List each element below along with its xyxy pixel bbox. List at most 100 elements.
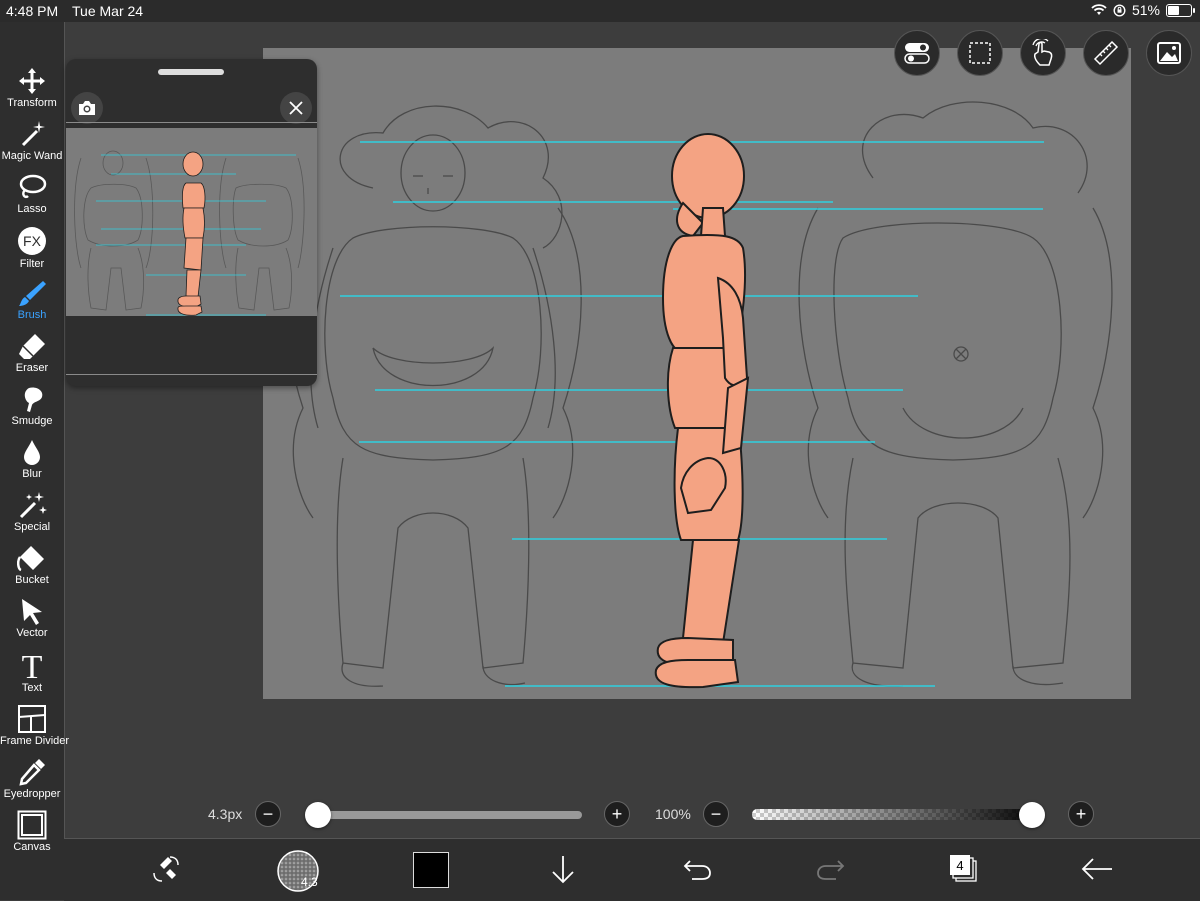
bucket-icon	[17, 546, 44, 572]
svg-text:4.3: 4.3	[301, 875, 318, 889]
opacity-increase-button[interactable]: +	[1068, 801, 1094, 827]
gesture-button[interactable]	[1020, 30, 1066, 76]
brush-size-slider-knob[interactable]	[305, 802, 331, 828]
status-date: Tue Mar 24	[72, 3, 144, 19]
brush-preview-icon: 4.3	[277, 850, 319, 892]
tool-transform[interactable]: Transform	[0, 66, 64, 116]
brush-size-value: 4.3px	[208, 806, 243, 822]
back-button[interactable]	[1080, 853, 1114, 890]
tool-brush[interactable]: Brush	[0, 278, 64, 328]
tool-filter[interactable]: FX Filter	[0, 225, 64, 275]
quick-access-button[interactable]	[150, 853, 182, 890]
touch-hand-icon	[1032, 39, 1053, 66]
brush-size-slider[interactable]	[318, 811, 582, 819]
wifi-icon	[1091, 4, 1107, 15]
divider	[66, 122, 317, 123]
opacity-decrease-button[interactable]: −	[703, 801, 729, 827]
svg-text:4: 4	[956, 858, 963, 873]
eyedropper-icon	[19, 759, 45, 786]
rotation-lock-icon	[1113, 3, 1126, 17]
tool-bucket[interactable]: Bucket	[0, 543, 64, 593]
svg-text:FX: FX	[23, 233, 42, 249]
tool-canvas[interactable]: Canvas	[0, 810, 64, 860]
layers-icon: 4	[950, 855, 977, 882]
brush-eraser-swap-icon	[153, 856, 179, 882]
special-brush-icon	[19, 492, 47, 519]
selection-button[interactable]	[957, 30, 1003, 76]
camera-button[interactable]	[71, 92, 103, 124]
water-drop-icon	[24, 440, 40, 465]
color-swatch-button[interactable]	[413, 852, 449, 888]
eraser-icon	[19, 334, 45, 359]
tool-label: Magic Wand	[1, 150, 63, 162]
tool-label: Special	[13, 521, 51, 533]
svg-text:T: T	[22, 649, 43, 681]
tool-text[interactable]: T Text	[0, 649, 64, 699]
redo-icon	[817, 860, 845, 880]
drag-handle[interactable]	[158, 69, 224, 75]
cursor-arrow-icon	[22, 599, 42, 625]
toggle-settings-button[interactable]	[894, 30, 940, 76]
tool-lasso[interactable]: Lasso	[0, 172, 64, 222]
tool-label: Vector	[16, 627, 48, 639]
reference-thumbnail[interactable]	[66, 128, 317, 316]
tool-label: Canvas	[13, 841, 51, 853]
frame-divider-icon	[18, 705, 46, 733]
tool-blur[interactable]: Blur	[0, 437, 64, 487]
magic-wand-icon	[21, 121, 45, 147]
tool-label: Smudge	[11, 415, 53, 427]
tool-eyedropper[interactable]: Eyedropper	[0, 757, 64, 807]
bottom-toolbar: 4.3 4	[64, 838, 1200, 901]
undo-icon	[683, 860, 711, 880]
tool-label: Eyedropper	[3, 788, 61, 800]
canvas-icon	[17, 810, 47, 840]
smudge-icon	[24, 387, 43, 412]
thumbnail-artwork	[74, 150, 305, 316]
material-button[interactable]	[1146, 30, 1192, 76]
ruler-button[interactable]	[1083, 30, 1129, 76]
close-reference-button[interactable]	[280, 92, 312, 124]
tool-smudge[interactable]: Smudge	[0, 384, 64, 434]
opacity-slider-knob[interactable]	[1019, 802, 1045, 828]
redo-button[interactable]	[814, 853, 846, 890]
battery-icon	[1166, 3, 1195, 17]
brush-size-decrease-button[interactable]: −	[255, 801, 281, 827]
download-button[interactable]	[548, 853, 578, 890]
status-bar: 4:48 PM Tue Mar 24 51%	[0, 0, 1200, 22]
close-icon	[289, 101, 303, 115]
arrow-left-icon	[1081, 858, 1112, 880]
brush-size-preview-button[interactable]: 4.3	[277, 850, 319, 897]
brush-size-increase-button[interactable]: +	[604, 801, 630, 827]
tool-label: Text	[21, 682, 43, 694]
layers-button[interactable]: 4	[948, 853, 980, 890]
opacity-slider[interactable]	[752, 809, 1042, 820]
tool-label: Eraser	[15, 362, 49, 374]
ruler-icon	[1093, 40, 1119, 66]
tool-bar: Transform Magic Wand Lasso FX Filter Bru…	[0, 22, 70, 900]
undo-button[interactable]	[682, 853, 714, 890]
text-icon: T	[22, 649, 43, 681]
status-indicators: 51%	[1091, 2, 1195, 18]
opacity-value: 100%	[655, 806, 691, 822]
tool-frame-divider[interactable]: Frame Divider	[0, 704, 70, 754]
lasso-icon	[19, 174, 47, 199]
tool-label: Bucket	[15, 574, 49, 586]
tool-label: Lasso	[17, 203, 47, 215]
toggle-switches-icon	[904, 43, 930, 64]
reference-panel[interactable]	[66, 59, 317, 386]
battery-percent: 51%	[1131, 2, 1160, 18]
image-icon	[1157, 42, 1181, 64]
drawing-canvas[interactable]	[263, 48, 1131, 699]
brush-icon	[19, 281, 46, 306]
tool-vector[interactable]: Vector	[0, 596, 64, 646]
tool-label: Brush	[17, 309, 47, 321]
fx-icon: FX	[18, 227, 46, 255]
tool-special[interactable]: Special	[0, 490, 64, 540]
transform-icon	[19, 68, 45, 94]
tool-label: Transform	[7, 97, 57, 109]
tool-label: Frame Divider	[0, 735, 70, 747]
tool-magic-wand[interactable]: Magic Wand	[0, 119, 64, 169]
camera-icon	[79, 101, 95, 115]
divider	[66, 374, 317, 375]
tool-eraser[interactable]: Eraser	[0, 331, 64, 381]
